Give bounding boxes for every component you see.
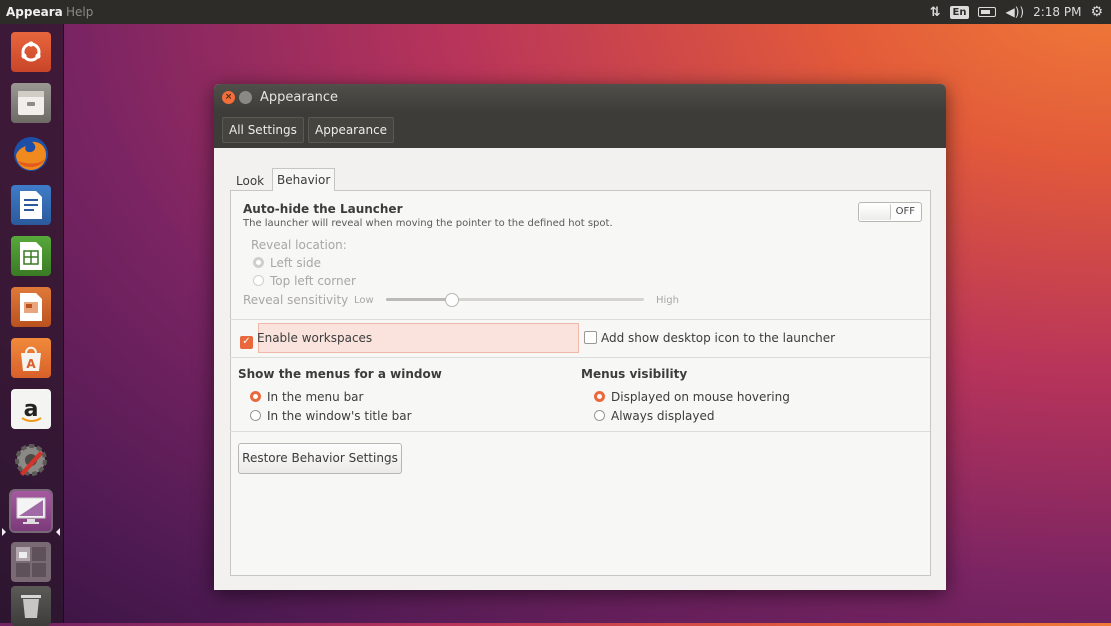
sensitivity-slider[interactable] [386, 293, 644, 307]
reveal-location-label: Reveal location: [251, 238, 347, 252]
writer-icon[interactable] [11, 185, 51, 225]
checkmark-icon: ✓ [240, 336, 253, 349]
slider-fill [386, 298, 451, 301]
indicator-area: ⇅ En ◀)) 2:18 PM ⚙ [930, 0, 1103, 24]
divider [230, 319, 930, 320]
launcher-active-pip-right [56, 528, 60, 536]
sensitivity-low-label: Low [354, 295, 374, 306]
close-icon[interactable]: × [222, 91, 235, 104]
window-title: Appearance [260, 90, 339, 105]
system-settings-icon[interactable] [11, 440, 51, 480]
menu-bar-label: In the menu bar [267, 390, 364, 404]
autohide-description: The launcher will reveal when moving the… [243, 218, 613, 229]
title-bar-radio[interactable]: In the window's title bar [250, 409, 412, 423]
reveal-left-side-label: Left side [270, 256, 321, 270]
slider-handle[interactable] [444, 293, 459, 307]
on-hover-radio[interactable]: Displayed on mouse hovering [594, 390, 790, 404]
show-menus-title: Show the menus for a window [238, 367, 442, 381]
battery-icon[interactable] [978, 7, 997, 17]
calc-icon[interactable] [11, 236, 51, 276]
app-menu-title[interactable]: Appeara [6, 5, 63, 19]
top-panel: Appeara Help ⇅ En ◀)) 2:18 PM ⚙ [0, 0, 1111, 24]
svg-text:A: A [26, 357, 36, 371]
window-titlebar[interactable]: × Appearance [214, 84, 946, 112]
reveal-left-side-radio[interactable]: Left side [253, 256, 321, 270]
autohide-toggle[interactable]: OFF [858, 202, 922, 222]
volume-icon[interactable]: ◀)) [1005, 5, 1024, 19]
radio-indicator [253, 275, 264, 286]
on-hover-label: Displayed on mouse hovering [611, 390, 790, 404]
tab-look[interactable]: Look [232, 170, 268, 192]
enable-workspaces-checkbox[interactable]: ✓ Enable workspaces [240, 331, 372, 349]
appearance-icon[interactable] [11, 491, 51, 531]
software-center-icon[interactable]: A [11, 338, 51, 378]
checkbox-box [584, 331, 597, 344]
breadcrumb-all-settings[interactable]: All Settings [222, 117, 304, 143]
reveal-top-left-radio[interactable]: Top left corner [253, 274, 356, 288]
radio-indicator [253, 257, 264, 268]
sensitivity-high-label: High [656, 295, 679, 306]
impress-icon[interactable] [11, 287, 51, 327]
radio-indicator [250, 410, 261, 421]
radio-indicator [594, 391, 605, 402]
menu-bar-radio[interactable]: In the menu bar [250, 390, 363, 404]
autohide-title: Auto-hide the Launcher [243, 202, 403, 216]
svg-text:a: a [24, 397, 39, 422]
launcher: A a [0, 24, 64, 626]
reveal-top-left-label: Top left corner [270, 274, 356, 288]
amazon-icon[interactable]: a [11, 389, 51, 429]
settings-navbar: All Settings Appearance [214, 112, 946, 148]
help-menu[interactable]: Help [66, 5, 93, 19]
launcher-active-pip-left [2, 528, 6, 536]
show-desktop-icon-label: Add show desktop icon to the launcher [601, 331, 836, 345]
divider [230, 357, 930, 358]
restore-behavior-settings-button[interactable]: Restore Behavior Settings [238, 443, 402, 474]
workspace-switcher-icon[interactable] [11, 542, 51, 582]
radio-indicator [250, 391, 261, 402]
dash-icon[interactable] [11, 32, 51, 72]
always-displayed-radio[interactable]: Always displayed [594, 409, 715, 423]
menus-visibility-title: Menus visibility [581, 367, 688, 381]
tab-behavior[interactable]: Behavior [272, 168, 336, 191]
always-displayed-label: Always displayed [611, 409, 715, 423]
toggle-knob [860, 204, 891, 220]
reveal-sensitivity-label: Reveal sensitivity [243, 293, 349, 307]
minimize-icon[interactable] [239, 91, 252, 104]
show-desktop-icon-checkbox[interactable]: Add show desktop icon to the launcher [584, 331, 835, 345]
files-icon[interactable] [11, 83, 51, 123]
network-icon[interactable]: ⇅ [930, 5, 941, 20]
radio-indicator [594, 410, 605, 421]
keyboard-language-indicator[interactable]: En [949, 5, 970, 19]
trash-icon[interactable] [11, 586, 51, 626]
title-bar-label: In the window's title bar [267, 409, 412, 423]
firefox-icon[interactable] [11, 134, 51, 174]
clock[interactable]: 2:18 PM [1033, 5, 1081, 19]
breadcrumb-appearance[interactable]: Appearance [308, 117, 395, 143]
gear-icon[interactable]: ⚙ [1090, 4, 1103, 20]
toggle-state-label: OFF [895, 206, 915, 217]
enable-workspaces-label: Enable workspaces [257, 331, 373, 345]
divider [230, 431, 930, 432]
